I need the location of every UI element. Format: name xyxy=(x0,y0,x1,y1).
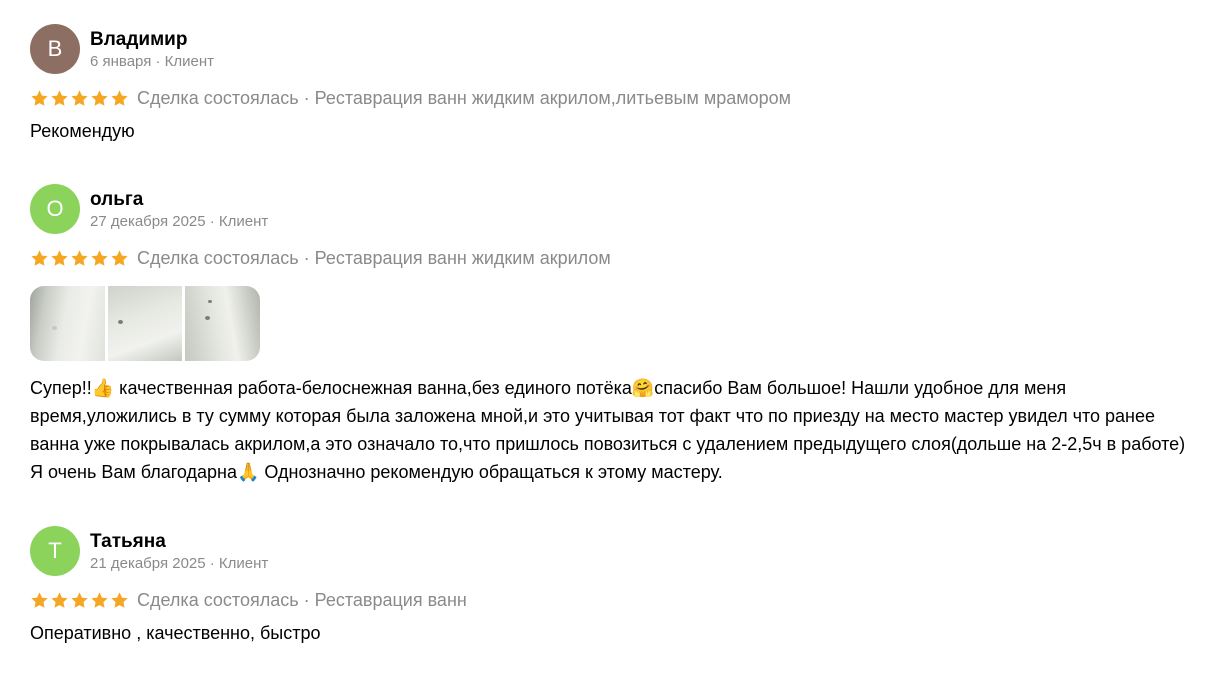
rating-row: Сделка состоялась · Реставрация ванн жид… xyxy=(30,246,1190,270)
star-icon xyxy=(70,249,89,268)
star-icon xyxy=(50,249,69,268)
reviewer-name[interactable]: Владимир xyxy=(90,28,214,52)
avatar[interactable]: О xyxy=(30,184,80,234)
star-icon xyxy=(70,591,89,610)
review-meta: 27 декабря 2025 · Клиент xyxy=(90,212,269,230)
review-header: Т Татьяна 21 декабря 2025 · Клиент xyxy=(30,526,1190,576)
review-header: О ольга 27 декабря 2025 · Клиент xyxy=(30,184,1190,234)
review-photos xyxy=(30,286,260,361)
review-header: В Владимир 6 января · Клиент xyxy=(30,24,1190,74)
star-icon xyxy=(30,89,49,108)
avatar[interactable]: В xyxy=(30,24,80,74)
reviewer-info: Владимир 6 января · Клиент xyxy=(90,28,214,71)
reviewer-info: ольга 27 декабря 2025 · Клиент xyxy=(90,188,268,231)
deal-status: Сделка состоялась · Реставрация ванн жид… xyxy=(137,248,611,268)
star-rating xyxy=(30,249,130,268)
reviewer-name[interactable]: ольга xyxy=(90,188,268,212)
star-icon xyxy=(110,249,129,268)
star-icon xyxy=(50,591,69,610)
rating-row: Сделка состоялась · Реставрация ванн жид… xyxy=(30,86,1190,110)
star-icon xyxy=(30,591,49,610)
star-icon xyxy=(90,89,109,108)
star-icon xyxy=(110,89,129,108)
review-photo[interactable] xyxy=(30,286,105,361)
review-photo[interactable] xyxy=(107,286,183,361)
review-photo[interactable] xyxy=(185,286,260,361)
review-meta: 21 декабря 2025 · Клиент xyxy=(90,554,269,572)
star-icon xyxy=(30,249,49,268)
star-icon xyxy=(90,249,109,268)
star-rating xyxy=(30,89,130,108)
avatar-letter: В xyxy=(47,36,63,61)
avatar-letter: Т xyxy=(48,538,62,563)
star-icon xyxy=(90,591,109,610)
star-rating xyxy=(30,591,130,610)
review-text: Рекомендую xyxy=(30,121,135,141)
star-icon xyxy=(50,89,69,108)
star-icon xyxy=(110,591,129,610)
reviewer-info: Татьяна 21 декабря 2025 · Клиент xyxy=(90,530,268,573)
review-card: О ольга 27 декабря 2025 · Клиент Сделка … xyxy=(30,184,1190,486)
review-text: Оперативно , качественно, быстро xyxy=(30,623,321,643)
review-card: Т Татьяна 21 декабря 2025 · Клиент Сделк… xyxy=(30,526,1190,647)
avatar[interactable]: Т xyxy=(30,526,80,576)
deal-status: Сделка состоялась · Реставрация ванн жид… xyxy=(137,88,792,108)
star-icon xyxy=(70,89,89,108)
rating-row: Сделка состоялась · Реставрация ванн xyxy=(30,588,1190,612)
avatar-letter: О xyxy=(46,196,64,221)
reviewer-name[interactable]: Татьяна xyxy=(90,530,268,554)
review-text: Супер!!👍 качественная работа-белоснежная… xyxy=(30,378,1186,482)
deal-status: Сделка состоялась · Реставрация ванн xyxy=(137,590,467,610)
review-card: В Владимир 6 января · Клиент Сделка сост… xyxy=(30,24,1190,145)
review-meta: 6 января · Клиент xyxy=(90,52,215,70)
